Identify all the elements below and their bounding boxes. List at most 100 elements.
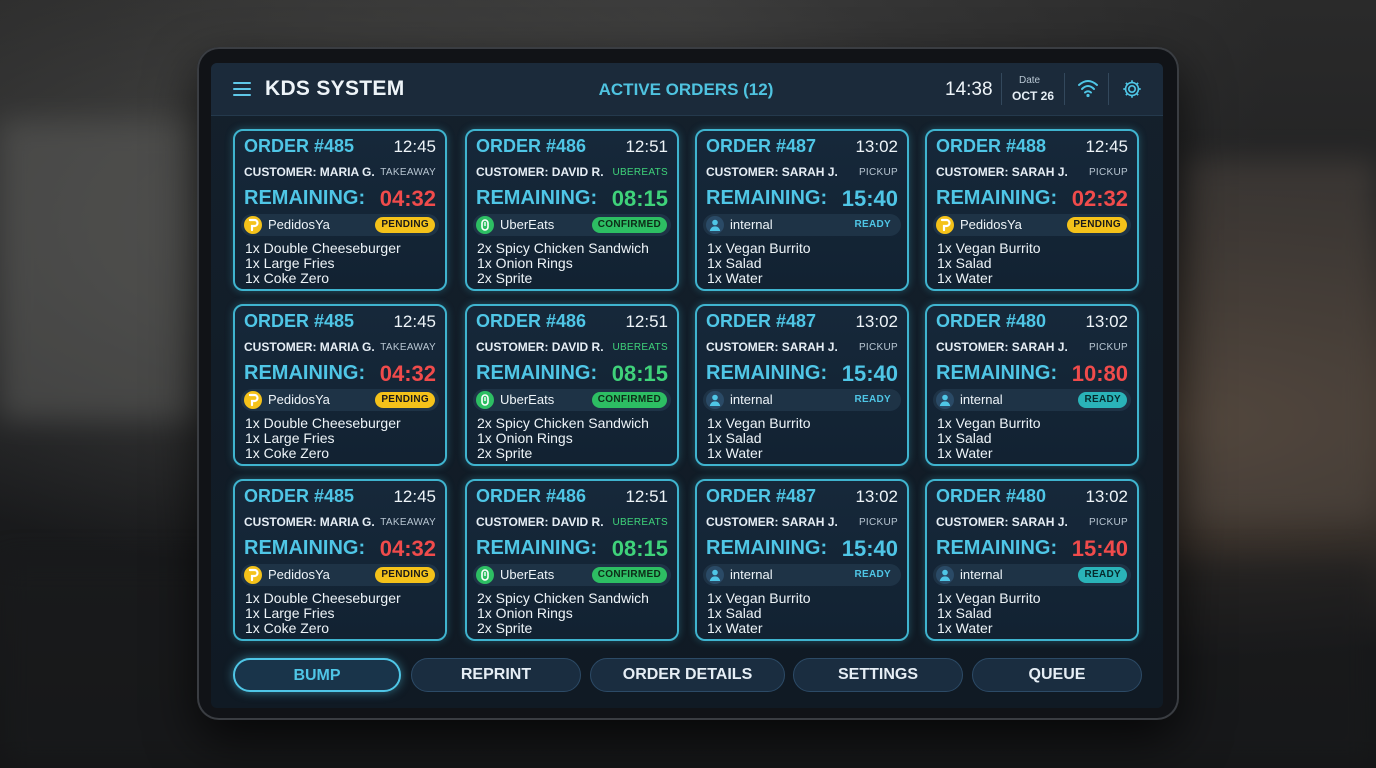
remaining-label: REMAINING: [706, 187, 828, 209]
order-source: UberEats [500, 567, 555, 582]
remaining-label: REMAINING: [936, 537, 1058, 559]
divider [1001, 73, 1002, 105]
order-card[interactable]: ORDER #480 13:02 CUSTOMER: SARAH J. PICKUP R… [925, 479, 1139, 641]
customer-name: CUSTOMER: DAVID R. [476, 340, 604, 354]
order-number: ORDER #480 [936, 486, 1047, 506]
remaining-timer: 15:40 [1071, 536, 1128, 561]
order-type: TAKEAWAY [380, 167, 436, 178]
order-number: ORDER #486 [476, 486, 587, 506]
order-time: 12:51 [625, 487, 668, 506]
order-type: PICKUP [1088, 167, 1128, 178]
remaining-timer: 02:32 [1071, 186, 1128, 211]
divider [1064, 73, 1065, 105]
order-type: UBEREATS [612, 342, 668, 353]
kds-screen: KDS SYSTEM ACTIVE ORDERS (12) 14:38 Date… [211, 63, 1163, 708]
order-type: PICKUP [858, 167, 898, 178]
order-card[interactable]: ORDER #487 13:02 CUSTOMER: SARAH J. PICKUP R… [695, 304, 909, 466]
order-item: 1x Salad [937, 430, 992, 446]
order-number: ORDER #488 [936, 136, 1047, 156]
order-item: 2x Sprite [477, 445, 533, 461]
pedidosya-icon [244, 566, 262, 584]
order-items: 1x Vegan Burrito 1x Salad 1x Water [937, 416, 1041, 461]
order-source: internal [730, 567, 773, 582]
order-items: 1x Double Cheeseburger 1x Large Fries 1x C… [245, 416, 401, 461]
order-item: 1x Onion Rings [477, 605, 573, 621]
customer-name: CUSTOMER: DAVID R. [476, 515, 604, 529]
order-time: 12:45 [1085, 137, 1128, 156]
order-source-row: UberEats CONFIRMED [473, 214, 671, 236]
remaining-label: REMAINING: [936, 362, 1058, 384]
settings-button[interactable]: SETTINGS [793, 658, 963, 692]
status-badge: READY [854, 394, 891, 405]
order-item: 1x Vegan Burrito [937, 240, 1041, 256]
order-items: 1x Vegan Burrito 1x Salad 1x Water [707, 416, 811, 461]
order-time: 12:45 [393, 487, 436, 506]
order-items: 2x Spicy Chicken Sandwich 1x Onion Rings 2… [477, 591, 649, 636]
gear-icon[interactable] [1121, 78, 1143, 100]
customer-name: CUSTOMER: SARAH J. [936, 165, 1068, 179]
status-badge: READY [854, 569, 891, 580]
order-card[interactable]: ORDER #485 12:45 CUSTOMER: MARIA G. TAKEAWA… [233, 479, 447, 641]
order-item: 1x Salad [937, 605, 992, 621]
bump-button[interactable]: BUMP [233, 658, 401, 692]
user-icon [706, 216, 724, 234]
order-source-row: UberEats CONFIRMED [473, 564, 671, 586]
order-card[interactable]: ORDER #486 12:51 CUSTOMER: DAVID R. UBEREAT… [465, 479, 679, 641]
order-item: 1x Coke Zero [245, 620, 330, 636]
order-card[interactable]: ORDER #487 13:02 CUSTOMER: SARAH J. PICKUP R… [695, 479, 909, 641]
order-source-row: PedidosYa PENDING [933, 214, 1131, 236]
customer-name: CUSTOMER: DAVID R. [476, 165, 604, 179]
order-time: 13:02 [855, 137, 898, 156]
status-badge: READY [1078, 567, 1127, 583]
order-item: 1x Water [707, 445, 763, 461]
order-card[interactable]: ORDER #485 12:45 CUSTOMER: MARIA G. TAKEAWA… [233, 129, 447, 291]
order-items: 2x Spicy Chicken Sandwich 1x Onion Rings 2… [477, 416, 649, 461]
order-time: 13:02 [1085, 487, 1128, 506]
customer-name: CUSTOMER: MARIA G. [244, 165, 375, 179]
queue-button[interactable]: QUEUE [972, 658, 1142, 692]
order-item: 1x Vegan Burrito [937, 590, 1041, 606]
ubereats-icon [476, 391, 494, 409]
order-item: 1x Vegan Burrito [707, 240, 811, 256]
order-number: ORDER #487 [706, 311, 817, 331]
order-type: PICKUP [858, 342, 898, 353]
order-item: 1x Water [937, 270, 993, 286]
order-source-row: internal READY [933, 564, 1131, 586]
remaining-label: REMAINING: [706, 362, 828, 384]
order-source: internal [730, 217, 773, 232]
order-item: 1x Vegan Burrito [707, 415, 811, 431]
order-item: 1x Water [707, 620, 763, 636]
status-badge: CONFIRMED [591, 392, 667, 408]
tablet-device: KDS SYSTEM ACTIVE ORDERS (12) 14:38 Date… [197, 47, 1179, 720]
order-card[interactable]: ORDER #488 12:45 CUSTOMER: SARAH J. PICKUP R… [925, 129, 1139, 291]
order-item: 1x Large Fries [245, 430, 335, 446]
order-details-button[interactable]: ORDER DETAILS [590, 658, 785, 692]
order-card[interactable]: ORDER #487 13:02 CUSTOMER: SARAH J. PICKUP R… [695, 129, 909, 291]
order-type: PICKUP [1088, 342, 1128, 353]
pedidosya-icon [244, 216, 262, 234]
order-card[interactable]: ORDER #480 13:02 CUSTOMER: SARAH J. PICKUP R… [925, 304, 1139, 466]
order-source: PedidosYa [960, 217, 1022, 232]
order-source-row: PedidosYa PENDING [241, 214, 439, 236]
reprint-button[interactable]: REPRINT [411, 658, 581, 692]
ubereats-icon [476, 216, 494, 234]
order-time: 12:51 [625, 137, 668, 156]
order-number: ORDER #487 [706, 486, 817, 506]
remaining-timer: 15:40 [841, 361, 898, 386]
remaining-timer: 08:15 [611, 361, 668, 386]
hamburger-menu-icon[interactable] [233, 82, 251, 96]
order-source: internal [960, 392, 1003, 407]
order-source: UberEats [500, 217, 555, 232]
active-orders-count: ACTIVE ORDERS (12) [598, 80, 774, 99]
customer-name: CUSTOMER: SARAH J. [936, 515, 1068, 529]
remaining-timer: 10:80 [1071, 361, 1128, 386]
status-badge: PENDING [1067, 217, 1127, 233]
status-badge: READY [1078, 392, 1127, 408]
customer-name: CUSTOMER: SARAH J. [706, 165, 838, 179]
order-time: 13:02 [855, 487, 898, 506]
status-badge: CONFIRMED [591, 217, 667, 233]
order-item: 1x Double Cheeseburger [245, 590, 401, 606]
order-card[interactable]: ORDER #485 12:45 CUSTOMER: MARIA G. TAKEAWA… [233, 304, 447, 466]
order-card[interactable]: ORDER #486 12:51 CUSTOMER: DAVID R. UBEREAT… [465, 129, 679, 291]
order-card[interactable]: ORDER #486 12:51 CUSTOMER: DAVID R. UBEREAT… [465, 304, 679, 466]
